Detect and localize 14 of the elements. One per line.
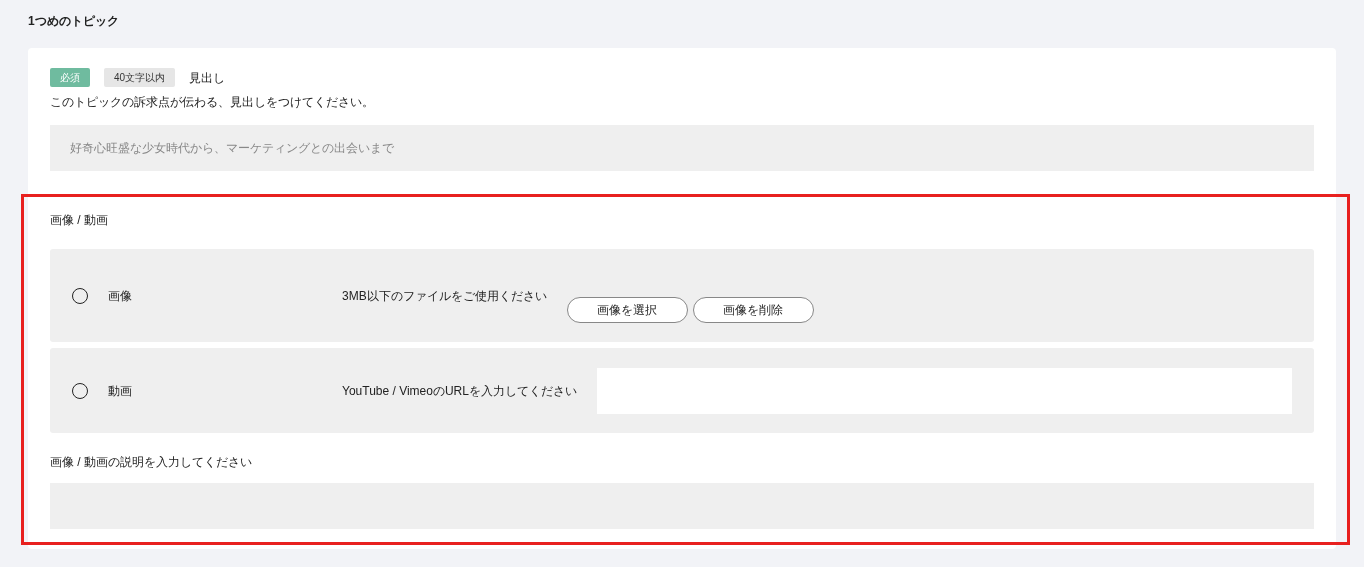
option-label: 画像 bbox=[108, 287, 133, 305]
option-hint: 3MB以下のファイルをご使用ください bbox=[342, 287, 547, 305]
option-hint: YouTube / VimeoのURLを入力してください bbox=[342, 382, 577, 400]
media-title: 画像 / 動画 bbox=[50, 212, 109, 229]
option-label: 動画 bbox=[108, 382, 133, 400]
field-description: このトピックの訴求点が伝わる、見出しをつけてください。 bbox=[50, 94, 375, 111]
heading-input[interactable]: 好奇心旺盛な少女時代から、マーケティングとの出会いまで bbox=[50, 125, 1314, 171]
section-title: 1つめのトピック bbox=[28, 13, 120, 30]
badge: 必須 bbox=[50, 68, 90, 87]
image-button[interactable]: 画像を削除 bbox=[692, 296, 814, 323]
image-button[interactable]: 画像を選択 bbox=[566, 296, 688, 323]
caption-label: 画像 / 動画の説明を入力してください bbox=[50, 454, 253, 471]
badge: 40文字以内 bbox=[104, 68, 176, 87]
field-label: 見出し bbox=[189, 69, 226, 87]
